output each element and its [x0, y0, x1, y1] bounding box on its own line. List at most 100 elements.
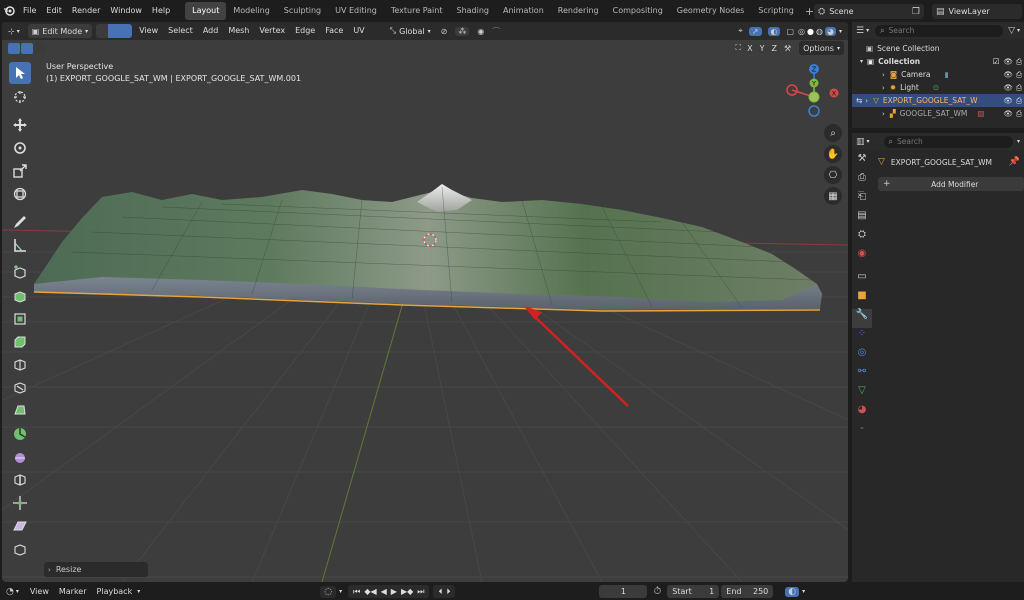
timeline-menu-marker[interactable]: Marker: [54, 583, 92, 600]
eye-icon[interactable]: 👁: [1003, 83, 1013, 92]
chevron-down-icon[interactable]: ▾: [339, 588, 342, 595]
timeline-editor-selector[interactable]: ◔ ▾: [0, 587, 25, 597]
tab-scripting[interactable]: Scripting: [751, 2, 801, 20]
shading-solid-icon[interactable]: ●: [807, 27, 814, 36]
blender-logo-icon[interactable]: [0, 0, 18, 22]
outliner-row-export-google-sat-wm[interactable]: ⇆ › ▽ EXPORT_GOOGLE_SAT_WM 👁 ⎙: [852, 94, 1024, 107]
jump-end-icon[interactable]: ⏭: [417, 587, 424, 597]
tab-uv-editing[interactable]: UV Editing: [328, 2, 384, 20]
pan-hand-icon[interactable]: ✋: [824, 145, 842, 163]
chevron-right-icon[interactable]: ›: [882, 84, 885, 92]
output-tab-icon[interactable]: ⎗: [858, 191, 866, 210]
timeline-menu-view[interactable]: View: [25, 583, 54, 600]
axis-z-toggle[interactable]: Z: [768, 43, 780, 53]
keyframe-record-icon[interactable]: ◌: [320, 585, 337, 598]
axis-y-toggle[interactable]: Y: [756, 43, 768, 53]
camera-view-icon[interactable]: ⎔: [824, 166, 842, 184]
properties-search[interactable]: ⌕ Search: [883, 135, 1013, 148]
chevron-down-icon[interactable]: ▾: [866, 27, 869, 34]
shear-tool[interactable]: [9, 515, 31, 537]
chevron-down-icon[interactable]: ▾: [802, 588, 805, 595]
tab-layout[interactable]: Layout: [185, 2, 227, 20]
overlay-toggle-icon[interactable]: ◐: [767, 26, 781, 36]
navigation-gizmo[interactable]: Z Y X: [784, 62, 844, 122]
3d-viewport[interactable]: [2, 22, 848, 582]
camera-render-icon[interactable]: ⎙: [1016, 96, 1022, 106]
measure-tool[interactable]: [9, 234, 31, 256]
data-tab-icon[interactable]: ▽: [858, 385, 866, 404]
physics-tab-icon[interactable]: ◎: [858, 347, 867, 366]
chevron-down-icon[interactable]: ⌄: [859, 423, 865, 442]
eye-icon[interactable]: 👁: [1003, 57, 1013, 66]
loop-cut-tool[interactable]: [9, 354, 31, 376]
menu-edge[interactable]: Edge: [290, 22, 320, 40]
chevron-down-icon[interactable]: ▾: [839, 28, 842, 35]
menu-view[interactable]: View: [134, 22, 163, 40]
chevron-down-icon[interactable]: ▾: [1017, 138, 1020, 145]
camera-render-icon[interactable]: ⎙: [1016, 70, 1022, 80]
properties-editor-icon[interactable]: ◐: [785, 586, 800, 597]
prev-keyframe-icon[interactable]: ◆◀: [364, 587, 376, 596]
inset-tool[interactable]: [9, 308, 31, 330]
material-tab-icon[interactable]: ◕: [858, 404, 867, 423]
axis-x-toggle[interactable]: X: [744, 43, 756, 53]
scene-tab-icon[interactable]: ⛭: [858, 229, 866, 248]
move-tool[interactable]: [9, 114, 31, 136]
end-frame-field[interactable]: End 250: [721, 585, 774, 598]
tab-rendering[interactable]: Rendering: [551, 2, 606, 20]
zoom-icon[interactable]: ⌕: [824, 124, 842, 142]
outliner-search[interactable]: ⌕ Search: [875, 24, 1004, 37]
last-operator-panel[interactable]: › Resize: [44, 562, 148, 577]
outliner-row-camera[interactable]: › ◙ Camera ▮ 👁 ⎙: [852, 68, 1024, 81]
world-tab-icon[interactable]: ◉: [858, 248, 867, 267]
chevron-down-icon[interactable]: ▾: [860, 58, 863, 65]
menu-mesh[interactable]: Mesh: [223, 22, 254, 40]
modifier-tab-icon[interactable]: 🔧: [852, 309, 872, 328]
sidebar-toggle-icon[interactable]: [34, 42, 46, 54]
smooth-tool[interactable]: [9, 446, 31, 468]
bevel-tool[interactable]: [9, 331, 31, 353]
filter-icon[interactable]: ▽: [1008, 26, 1015, 36]
select-box-tool[interactable]: [9, 62, 31, 84]
scale-tool[interactable]: [9, 160, 31, 182]
knife-tool[interactable]: [9, 377, 31, 399]
current-frame-field[interactable]: 1: [599, 585, 648, 598]
ortho-grid-icon[interactable]: ▦: [824, 187, 842, 205]
collection-tab-icon[interactable]: ▭: [857, 267, 866, 290]
proportional-edit-icon[interactable]: ◉: [477, 27, 484, 36]
view-layer-selector[interactable]: ▤ ViewLayer: [932, 4, 1022, 19]
outliner-row-collection[interactable]: ▾ ▣ Collection ☑ 👁 ⎙: [852, 55, 1024, 68]
menu-select[interactable]: Select: [163, 22, 198, 40]
chevron-down-icon[interactable]: ▾: [867, 138, 870, 145]
stopwatch-icon[interactable]: ⏱: [653, 586, 661, 597]
face-select-icon[interactable]: [120, 24, 133, 38]
scene-copy-icon[interactable]: ❐: [912, 7, 920, 17]
menu-face[interactable]: Face: [320, 22, 348, 40]
outliner-row-scene-collection[interactable]: ▣ Scene Collection: [852, 42, 1024, 55]
prev-marker-icon[interactable]: ⏴: [438, 587, 442, 597]
poly-build-tool[interactable]: [9, 400, 31, 422]
chevron-right-icon[interactable]: ›: [882, 110, 885, 118]
tab-geometry-nodes[interactable]: Geometry Nodes: [670, 2, 751, 20]
pin-icon[interactable]: 📌: [1009, 157, 1020, 167]
tab-shading[interactable]: Shading: [449, 2, 496, 20]
chevron-right-icon[interactable]: ›: [865, 97, 868, 105]
rotate-tool[interactable]: [9, 137, 31, 159]
chevron-down-icon[interactable]: ▾: [1017, 27, 1020, 34]
snap-toggle-icon[interactable]: ⁂: [455, 26, 470, 36]
checkbox-icon[interactable]: ☑: [993, 57, 1000, 66]
scene-selector[interactable]: ⛭ Scene ❐: [814, 4, 924, 19]
next-marker-icon[interactable]: ⏵: [446, 587, 450, 597]
start-frame-field[interactable]: Start 1: [667, 585, 720, 598]
particles-tab-icon[interactable]: ⁘: [858, 328, 866, 347]
transform-tool[interactable]: [9, 183, 31, 205]
chevron-right-icon[interactable]: ›: [882, 71, 885, 79]
eye-icon[interactable]: 👁: [1003, 70, 1013, 79]
play-icon[interactable]: ▶: [391, 587, 397, 596]
pivot-icon[interactable]: ⊘: [441, 27, 448, 36]
viewport-canvas[interactable]: [2, 22, 848, 582]
cursor-tool[interactable]: [9, 86, 31, 108]
menu-help[interactable]: Help: [147, 0, 175, 22]
tab-sculpting[interactable]: Sculpting: [277, 2, 328, 20]
tab-animation[interactable]: Animation: [496, 2, 551, 20]
